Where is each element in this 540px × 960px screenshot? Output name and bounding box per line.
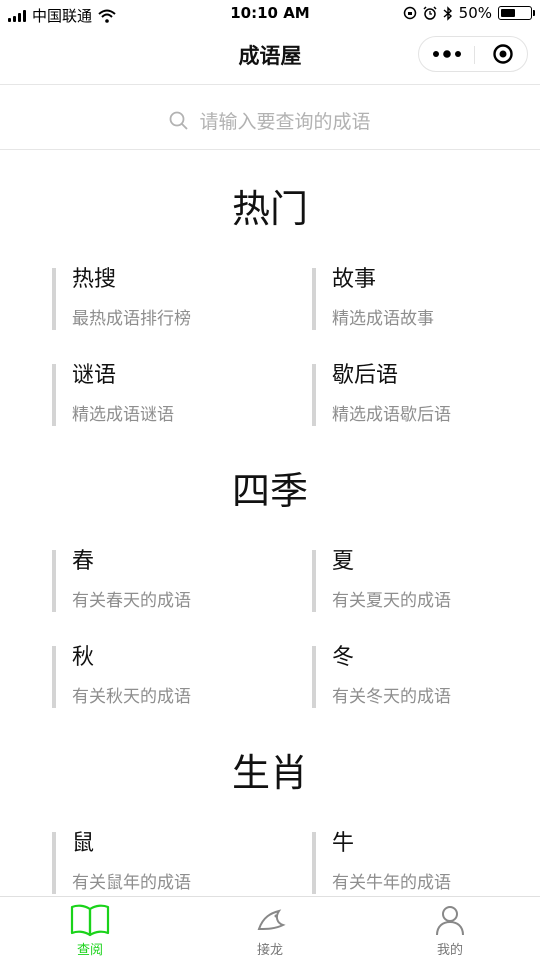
item-title: 夏 bbox=[332, 549, 355, 574]
status-bar: 中国联通 10:10 AM 50% bbox=[0, 0, 540, 28]
item-subtitle: 有关冬天的成语 bbox=[332, 687, 451, 707]
section-title-zodiac: 生肖 bbox=[231, 751, 308, 795]
tab-mine[interactable]: 我的 bbox=[390, 903, 510, 958]
item-subtitle: 有关鼠年的成语 bbox=[72, 873, 191, 893]
item-title: 秋 bbox=[72, 645, 95, 670]
status-right: 50% bbox=[403, 4, 535, 22]
item-title: 谜语 bbox=[72, 363, 117, 388]
category-item-stories[interactable]: 故事 精选成语故事 bbox=[312, 267, 540, 330]
item-title: 热搜 bbox=[72, 267, 117, 292]
item-title: 冬 bbox=[332, 645, 355, 670]
category-item-riddles[interactable]: 谜语 精选成语谜语 bbox=[52, 363, 292, 426]
search-placeholder[interactable]: 请输入要查询的成语 bbox=[199, 107, 370, 134]
item-subtitle: 最热成语排行榜 bbox=[72, 309, 191, 329]
tab-label: 查阅 bbox=[76, 943, 103, 958]
item-subtitle: 有关秋天的成语 bbox=[72, 687, 191, 707]
item-title: 春 bbox=[72, 549, 95, 574]
bluetooth-icon bbox=[443, 5, 452, 21]
item-subtitle: 有关春天的成语 bbox=[72, 591, 191, 611]
item-title: 牛 bbox=[332, 831, 355, 856]
section-title-hot: 热门 bbox=[231, 187, 308, 231]
rotation-lock-icon bbox=[403, 6, 416, 20]
battery-icon bbox=[498, 6, 535, 20]
section-title-seasons: 四季 bbox=[231, 469, 308, 513]
item-title: 故事 bbox=[332, 267, 377, 292]
item-subtitle: 有关牛年的成语 bbox=[332, 873, 451, 893]
category-item-summer[interactable]: 夏 有关夏天的成语 bbox=[312, 549, 540, 612]
item-subtitle: 精选成语谜语 bbox=[72, 405, 174, 425]
item-subtitle: 有关夏天的成语 bbox=[332, 591, 451, 611]
tab-label: 接龙 bbox=[256, 943, 283, 958]
search-bar[interactable]: 请输入要查询的成语 bbox=[0, 84, 540, 150]
item-title: 歇后语 bbox=[332, 363, 399, 388]
category-item-rat[interactable]: 鼠 有关鼠年的成语 bbox=[52, 831, 292, 894]
nav-bar: 成语屋 bbox=[0, 28, 540, 82]
category-item-hot-search[interactable]: 热搜 最热成语排行榜 bbox=[52, 267, 292, 330]
alarm-icon bbox=[423, 6, 437, 20]
search-icon bbox=[170, 111, 189, 130]
category-item-xiehouyu[interactable]: 歇后语 精选成语歇后语 bbox=[312, 363, 540, 426]
item-subtitle: 精选成语故事 bbox=[332, 309, 434, 329]
category-item-autumn[interactable]: 秋 有关秋天的成语 bbox=[52, 645, 292, 708]
tab-lookup[interactable]: 查阅 bbox=[30, 903, 150, 958]
close-miniprogram-icon[interactable] bbox=[493, 44, 513, 64]
category-item-ox[interactable]: 牛 有关牛年的成语 bbox=[312, 831, 540, 894]
user-icon bbox=[436, 906, 464, 936]
item-subtitle: 精选成语歇后语 bbox=[332, 405, 451, 425]
main-content: 热门 热搜 最热成语排行榜 故事 精选成语故事 谜语 精选成语谜语 歇后语 精选… bbox=[0, 150, 540, 896]
capsule-divider bbox=[474, 46, 475, 64]
tab-label: 我的 bbox=[436, 943, 463, 958]
item-title: 鼠 bbox=[72, 831, 95, 856]
battery-percent: 50% bbox=[458, 4, 492, 22]
category-item-winter[interactable]: 冬 有关冬天的成语 bbox=[312, 645, 540, 708]
dragon-icon bbox=[257, 909, 286, 931]
book-icon bbox=[70, 904, 110, 937]
tab-chain[interactable]: 接龙 bbox=[210, 903, 330, 958]
category-item-spring[interactable]: 春 有关春天的成语 bbox=[52, 549, 292, 612]
more-icon[interactable] bbox=[431, 46, 463, 62]
tab-bar: 查阅 接龙 我的 bbox=[0, 896, 540, 960]
miniprogram-capsule bbox=[418, 36, 528, 72]
